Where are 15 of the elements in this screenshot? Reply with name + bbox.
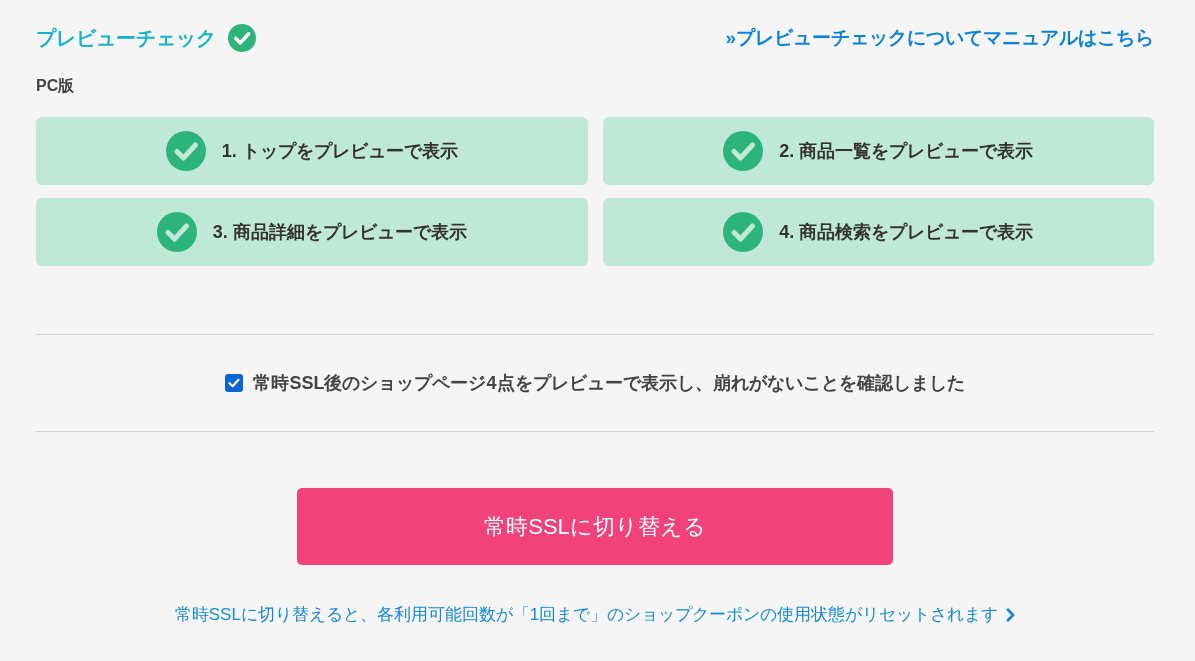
preview-check-card[interactable]: 1. トップをプレビューで表示 <box>36 117 588 185</box>
preview-check-card[interactable]: 4. 商品検索をプレビューで表示 <box>602 198 1154 266</box>
section-title: プレビューチェック <box>36 26 216 51</box>
switch-ssl-button[interactable]: 常時SSLに切り替える <box>297 488 893 565</box>
manual-link[interactable]: »プレビューチェックについてマニュアルはこちら <box>725 24 1154 52</box>
check-label: 3. 商品詳細をプレビューで表示 <box>212 221 467 244</box>
preview-check-card[interactable]: 2. 商品一覧をプレビューで表示 <box>602 117 1154 185</box>
preview-check-card[interactable]: 3. 商品詳細をプレビューで表示 <box>36 198 588 266</box>
chevron-right-icon <box>1006 608 1016 622</box>
confirm-checkbox[interactable] <box>225 374 244 392</box>
confirm-label: 常時SSL後のショップページ4点をプレビューで表示し、崩れがないことを確認しました <box>253 372 965 395</box>
check-label: 2. 商品一覧をプレビューで表示 <box>779 140 1034 163</box>
check-label: 4. 商品検索をプレビューで表示 <box>779 221 1034 244</box>
section-label: PC版 <box>36 76 76 96</box>
check-label: 1. トップをプレビューで表示 <box>221 140 458 163</box>
